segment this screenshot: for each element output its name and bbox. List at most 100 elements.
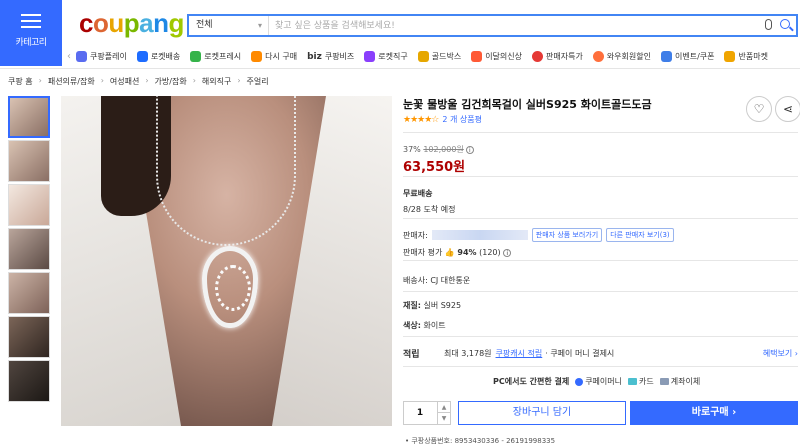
microphone-icon[interactable] — [765, 19, 772, 30]
shipping-info: 무료배송 8/28 도착 예정 — [403, 188, 456, 215]
shortcut-coupang-biz[interactable]: biz 쿠팡비즈 — [307, 51, 354, 62]
chevron-left-icon[interactable]: ‹ — [62, 51, 76, 62]
divider — [403, 176, 798, 177]
arrival-date: 8/28 도착 예정 — [403, 205, 456, 214]
material: 재질: 실버 S925 — [403, 300, 461, 311]
hamburger-icon — [21, 14, 41, 28]
shortcut-rocket-global[interactable]: 로켓직구 — [364, 51, 408, 62]
coupang-cash-link[interactable]: 쿠팡캐시 적립 — [496, 348, 543, 359]
seller-products-button[interactable]: 판매자 상품 보러가기 — [531, 228, 603, 242]
product-thumbnail[interactable] — [8, 360, 50, 402]
shortcut-return-market[interactable]: 반품마켓 — [724, 51, 768, 62]
category-label: 카테고리 — [15, 38, 47, 48]
benefit-condition: · 쿠페이 머니 결제시 — [545, 349, 615, 358]
percent-icon — [532, 51, 543, 62]
product-rating: ★★★★☆ 2 개 상품평 — [403, 114, 482, 125]
shortcut-label: 쿠팡플레이 — [90, 52, 127, 61]
color-label: 색상: — [403, 321, 421, 330]
search-bar: 전체 — [187, 14, 798, 37]
coupay-money-icon — [575, 377, 584, 386]
wow-icon — [592, 51, 604, 62]
divider — [403, 291, 798, 292]
product-thumbnail[interactable] — [8, 316, 50, 358]
buy-now-button[interactable]: 바로구매 › — [630, 401, 798, 425]
review-count-link[interactable]: 2 개 상품평 — [442, 114, 482, 125]
product-thumbnail[interactable] — [8, 140, 50, 182]
shortcut-rocket-delivery[interactable]: 로켓배송 — [136, 51, 180, 62]
chevron-down-icon[interactable]: ▼ — [437, 413, 450, 424]
product-thumbnail[interactable] — [8, 272, 50, 314]
shortcut-goldbox[interactable]: 골드박스 — [417, 51, 462, 62]
product-number: • 쿠팡상품번호: 8953430336 - 26191998335 — [405, 437, 556, 445]
other-sellers-button[interactable]: 다른 판매자 보기(3) — [606, 228, 674, 242]
seller-label: 판매자: — [403, 230, 428, 240]
shortcut-coupang-play[interactable]: 쿠팡플레이 — [76, 51, 127, 62]
view-benefits-link[interactable]: 혜택보기 › — [763, 348, 798, 359]
thumbs-up-icon: 👍 — [444, 248, 455, 257]
breadcrumb-item[interactable]: 해외직구 — [202, 76, 231, 87]
product-thumbnail[interactable] — [8, 228, 50, 270]
seller-name-redacted — [431, 230, 528, 240]
discount-rate: 37% — [403, 145, 421, 154]
chevron-up-icon[interactable]: ▲ — [437, 402, 450, 413]
quantity-input[interactable]: 1 — [404, 402, 436, 424]
thumbnail-list — [8, 96, 51, 404]
breadcrumb-item[interactable]: 주얼리 — [247, 76, 269, 87]
discount-line: 37% 102,000원 i — [403, 144, 474, 155]
category-menu-button[interactable]: 카테고리 — [0, 0, 62, 66]
shortcut-label: 이달의신상 — [485, 52, 522, 61]
play-icon — [76, 51, 87, 62]
search-icon[interactable] — [780, 19, 790, 29]
info-icon[interactable]: i — [503, 249, 512, 257]
shortcut-label: 와우회원할인 — [606, 52, 651, 61]
payment-option: 쿠페이머니 — [585, 377, 622, 386]
shortcut-label: 로켓직구 — [378, 52, 408, 61]
breadcrumb-item[interactable]: 여성패션 — [110, 76, 139, 87]
shortcut-rocket-fresh[interactable]: 로켓프레시 — [190, 51, 241, 62]
logo-letter: o — [92, 8, 109, 38]
shortcut-seller-deals[interactable]: 판매자특가 — [532, 51, 583, 62]
product-main-image[interactable] — [61, 96, 392, 426]
search-scope-select[interactable]: 전체 — [189, 16, 269, 35]
payment-option: 카드 — [639, 377, 654, 386]
price-box: 37% 102,000원 i 63,550원 — [403, 144, 474, 175]
material-label: 재질: — [403, 301, 421, 310]
payment-options: PC에서도 간편한 결제 쿠페이머니 카드 계좌이체 — [493, 376, 700, 387]
shortcut-label: 판매자특가 — [546, 52, 583, 61]
rocket-icon — [136, 51, 148, 62]
product-title: 눈꽃 물방울 김건희목걸이 실버S925 화이트골드도금 — [403, 98, 652, 111]
card-icon — [628, 378, 637, 385]
info-icon[interactable]: i — [465, 146, 474, 154]
shortcut-events-coupons[interactable]: 이벤트/쿠폰 — [660, 51, 715, 62]
share-icon[interactable]: ⋖ — [775, 96, 800, 122]
chevron-right-icon: › — [100, 76, 104, 85]
product-thumbnail[interactable] — [8, 184, 50, 226]
color: 색상: 화이트 — [403, 320, 446, 331]
payment-option: 계좌이체 — [670, 377, 701, 386]
shortcut-label: 다시 구매 — [265, 52, 298, 61]
shortcut-bar: ‹ 쿠팡플레이 로켓배송 로켓프레시 다시 구매 biz 쿠팡비즈 로켓직구 골드… — [62, 45, 800, 68]
coupang-logo[interactable]: coupang — [79, 8, 184, 39]
chevron-right-icon: › — [237, 76, 241, 85]
chevron-right-icon: › — [38, 76, 42, 85]
benefit-row: 적립 최대 3,178원 쿠팡캐시 적립 · 쿠페이 머니 결제시 혜택보기 › — [403, 347, 798, 360]
seller-rating: 판매자 평가 👍 94% (120) i — [403, 247, 798, 258]
bank-transfer-icon — [659, 378, 669, 385]
quantity-stepper: 1 ▲ ▼ — [403, 401, 451, 425]
product-thumbnail[interactable] — [8, 96, 50, 138]
search-input[interactable] — [275, 17, 735, 34]
shortcut-new-arrivals[interactable]: 이달의신상 — [471, 51, 522, 62]
shortcut-label: 골드박스 — [431, 52, 462, 61]
shortcut-label: 이벤트/쿠폰 — [674, 52, 715, 61]
heart-icon[interactable]: ♡ — [746, 96, 772, 122]
add-to-cart-button[interactable]: 장바구니 담기 — [458, 401, 626, 425]
image-pendant — [202, 246, 258, 328]
shortcut-rebuy[interactable]: 다시 구매 — [251, 51, 297, 62]
breadcrumb-item[interactable]: 쿠팡 홈 — [8, 76, 33, 87]
seller-rating-label: 판매자 평가 — [403, 248, 443, 257]
breadcrumb-item[interactable]: 가방/잡화 — [155, 76, 187, 87]
divider — [403, 260, 798, 261]
biz-icon: biz — [307, 51, 322, 62]
breadcrumb-item[interactable]: 패션의류/잡화 — [48, 76, 95, 87]
shortcut-wow-discount[interactable]: 와우회원할인 — [592, 51, 651, 62]
